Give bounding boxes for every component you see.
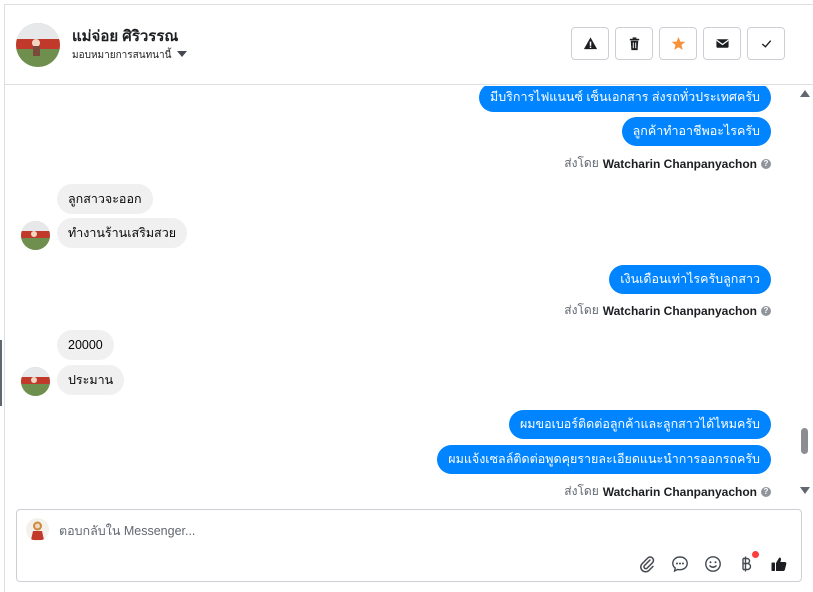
- assign-conversation-dropdown[interactable]: มอบหมายการสนทนานี้: [72, 48, 188, 63]
- sent-by-prefix: ส่งโดย: [564, 156, 599, 170]
- star-icon: [671, 36, 685, 50]
- mark-spam-button[interactable]: [571, 27, 609, 60]
- envelope-icon: [715, 39, 729, 48]
- baht-icon: [742, 556, 752, 572]
- incoming-message: 20000: [57, 330, 114, 360]
- left-edge-marker: [0, 340, 2, 406]
- message-row-incoming: ทำงานร้านเสริมสวย: [57, 218, 188, 248]
- contact-avatar-small[interactable]: [21, 221, 50, 250]
- message-row-outgoing: ลูกค้าทำอาชีพอะไรครับ: [621, 117, 771, 146]
- saved-replies-button[interactable]: [670, 554, 690, 574]
- help-icon[interactable]: ?: [761, 486, 771, 497]
- outgoing-message: มีบริการไฟแนนซ์ เซ็นเอกสาร ส่งรถทั่วประเ…: [478, 86, 771, 112]
- notification-dot: [752, 551, 759, 558]
- conversation-header: แม่จ่อย ศิริวรรณ มอบหมายการสนทนานี้: [5, 5, 813, 85]
- sent-by-prefix: ส่งโดย: [564, 484, 599, 498]
- assign-label: มอบหมายการสนทนานี้: [72, 50, 172, 61]
- attach-button[interactable]: [637, 554, 657, 574]
- mark-unread-button[interactable]: [703, 27, 741, 60]
- message-list[interactable]: มีบริการไฟแนนซ์ เซ็นเอกสาร ส่งรถทั่วประเ…: [5, 86, 795, 500]
- mark-done-button[interactable]: [747, 27, 785, 60]
- sent-by-prefix: ส่งโดย: [564, 303, 599, 317]
- emoji-icon: [705, 556, 721, 572]
- delete-button[interactable]: [615, 27, 653, 60]
- chat-bubble-icon: [672, 556, 688, 573]
- outgoing-message: เงินเดือนเท่าไรครับลูกสาว: [609, 265, 771, 294]
- outgoing-message: ผมขอเบอร์ติดต่อลูกค้าและลูกสาวได้ไหมครับ: [508, 410, 771, 439]
- help-icon[interactable]: ?: [761, 158, 771, 169]
- thumbs-up-icon: [771, 557, 787, 571]
- sent-by-label: ส่งโดย Watcharin Chanpanyachon ?: [564, 154, 771, 173]
- check-icon: [761, 40, 771, 48]
- sent-by-label: ส่งโดย Watcharin Chanpanyachon ?: [564, 482, 771, 500]
- scroll-down-arrow-icon[interactable]: [800, 487, 810, 494]
- help-icon[interactable]: ?: [761, 305, 771, 316]
- sender-name: Watcharin Chanpanyachon: [602, 484, 757, 499]
- trash-icon: [629, 37, 639, 51]
- sender-name: Watcharin Chanpanyachon: [602, 303, 757, 318]
- incoming-message: ประมาน: [57, 365, 125, 395]
- message-row-incoming: ลูกสาวจะออก: [57, 184, 153, 214]
- reply-input[interactable]: [59, 521, 659, 541]
- sent-by-label: ส่งโดย Watcharin Chanpanyachon ?: [564, 301, 771, 320]
- incoming-message: ทำงานร้านเสริมสวย: [57, 218, 188, 248]
- contact-name: แม่จ่อย ศิริวรรณ: [72, 28, 179, 45]
- sender-name: Watcharin Chanpanyachon: [602, 156, 757, 171]
- contact-avatar-small[interactable]: [21, 367, 50, 396]
- paperclip-icon: [640, 556, 655, 573]
- star-button[interactable]: [659, 27, 697, 60]
- scrollbar-thumb[interactable]: [801, 428, 808, 454]
- message-row-outgoing: เงินเดือนเท่าไรครับลูกสาว: [609, 265, 771, 294]
- message-row-outgoing: ผมขอเบอร์ติดต่อลูกค้าและลูกสาวได้ไหมครับ: [508, 410, 771, 439]
- caret-down-icon: [177, 50, 188, 57]
- conversation-actions: [571, 27, 785, 60]
- message-scrollbar[interactable]: [797, 86, 813, 500]
- message-row-outgoing: ผมแจ้งเซลล์ติดต่อพูดคุยรายละเอียดแนะนำกา…: [437, 445, 771, 474]
- composer-tools: [637, 551, 789, 574]
- send-like-button[interactable]: [769, 554, 789, 574]
- payment-button[interactable]: [736, 551, 759, 574]
- message-row-incoming: 20000: [57, 330, 114, 360]
- message-row-outgoing: มีบริการไฟแนนซ์ เซ็นเอกสาร ส่งรถทั่วประเ…: [478, 86, 771, 112]
- incoming-message: ลูกสาวจะออก: [57, 184, 153, 214]
- outgoing-message: ผมแจ้งเซลล์ติดต่อพูดคุยรายละเอียดแนะนำกา…: [437, 445, 771, 474]
- reply-composer: [16, 509, 802, 582]
- page-avatar: [26, 518, 49, 541]
- contact-avatar[interactable]: [16, 23, 60, 67]
- warning-icon: [583, 37, 597, 50]
- outgoing-message: ลูกค้าทำอาชีพอะไรครับ: [621, 117, 771, 146]
- message-row-incoming: ประมาน: [57, 365, 125, 395]
- scroll-up-arrow-icon[interactable]: [800, 90, 810, 97]
- emoji-button[interactable]: [703, 554, 723, 574]
